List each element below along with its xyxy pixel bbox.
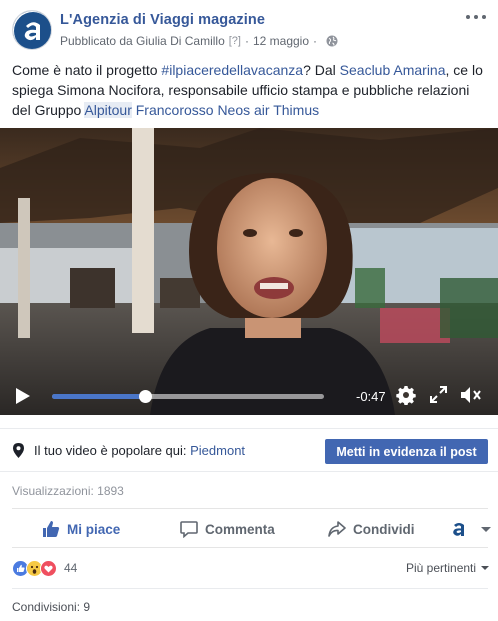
post-text: Come è nato il progetto #ilpiaceredellav… (12, 60, 490, 120)
boost-post-button[interactable]: Metti in evidenza il post (325, 439, 488, 464)
page-name-link[interactable]: L'Agenzia di Viaggi magazine (60, 12, 265, 28)
meta-separator: · (244, 34, 249, 48)
hashtag-link[interactable]: #ilpiaceredellavacanza (161, 62, 303, 78)
progress-fill (52, 394, 146, 399)
alpitour-mention[interactable]: Alpitour (84, 102, 132, 118)
share-icon (328, 521, 346, 537)
facebook-post: L'Agenzia di Viaggi magazine Pubblicato … (0, 0, 498, 621)
video-player[interactable]: -0:47 (0, 128, 498, 415)
comment-icon (180, 521, 198, 538)
popular-text: Il tuo video è popolare qui: Piedmont (34, 443, 246, 458)
page-logo-small-icon (453, 523, 464, 536)
post-actions: Mi piace Commenta Condividi (12, 508, 491, 549)
comment-sort-dropdown[interactable]: Più pertinenti (406, 561, 490, 575)
fullscreen-icon[interactable] (430, 386, 447, 403)
share-count[interactable]: Condivisioni: 9 (12, 600, 90, 614)
act-as-page-selector[interactable] (450, 509, 491, 549)
post-text-part: ? Dal (303, 62, 340, 78)
share-button[interactable]: Condividi (328, 509, 415, 549)
post-date[interactable]: 12 maggio (253, 34, 309, 48)
view-count: Visualizzazioni: 1893 (12, 484, 124, 498)
globe-icon[interactable] (326, 35, 338, 47)
page-logo-icon (13, 11, 51, 49)
video-controls: -0:47 (0, 380, 498, 414)
chevron-down-icon (481, 526, 491, 532)
divider (12, 588, 488, 589)
chevron-down-icon (481, 566, 490, 570)
reactions-summary[interactable]: 44 (12, 558, 77, 578)
help-marker[interactable]: [?] (229, 35, 241, 47)
seaclub-mention[interactable]: Seaclub Amarina (340, 62, 446, 78)
post-header: L'Agenzia di Viaggi magazine Pubblicato … (0, 0, 498, 58)
location-link[interactable]: Piedmont (190, 443, 245, 458)
published-by[interactable]: Pubblicato da Giulia Di Camillo (60, 34, 225, 48)
francorosso-mention[interactable]: Francorosso Neos air Thimus (136, 102, 319, 118)
love-reaction-icon (40, 559, 57, 577)
reaction-count: 44 (64, 561, 78, 575)
video-progress-bar[interactable] (52, 390, 324, 403)
thumbs-up-icon (43, 521, 60, 537)
comment-button[interactable]: Commenta (180, 509, 275, 549)
video-frame (0, 128, 498, 415)
play-icon[interactable] (16, 388, 30, 404)
popular-video-bar: Il tuo video è popolare qui: Piedmont Me… (0, 428, 498, 472)
volume-muted-icon[interactable] (460, 385, 482, 405)
more-options-icon[interactable] (466, 12, 486, 22)
time-remaining: -0:47 (356, 389, 386, 404)
location-pin-icon (13, 443, 24, 458)
progress-knob[interactable] (138, 390, 152, 403)
like-button[interactable]: Mi piace (42, 509, 120, 549)
post-meta: Pubblicato da Giulia Di Camillo [?] · 12… (60, 34, 338, 48)
gear-icon[interactable] (396, 385, 416, 405)
page-avatar[interactable] (12, 10, 52, 50)
meta-separator: · (313, 34, 318, 48)
post-text-part: Come è nato il progetto (12, 62, 162, 78)
